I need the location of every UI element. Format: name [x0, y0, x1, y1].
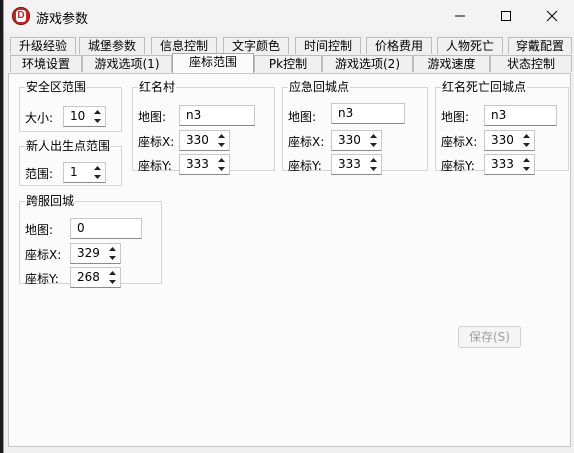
- spin-down-icon[interactable]: [108, 278, 117, 286]
- cross-server-return-legend: 跨服回城: [26, 194, 75, 208]
- spin-up-icon[interactable]: [217, 156, 226, 164]
- spinner-value: 333: [338, 157, 361, 171]
- newbie-zone-range-spinner[interactable]: 1: [63, 162, 106, 183]
- spinner-value: 333: [491, 157, 514, 171]
- red-village-group: 红名村 地图: n3 座标X: 330 座标Y: 333: [132, 80, 275, 175]
- safe-zone-size-label: 大小:: [25, 111, 54, 125]
- tab-text-color[interactable]: 文字颜色: [223, 37, 289, 54]
- red-village-legend: 红名村: [139, 80, 176, 94]
- safe-zone-legend: 安全区范围: [26, 80, 87, 94]
- tab-status-control[interactable]: 状态控制: [490, 55, 572, 72]
- tab-row-2: 环境设置 游戏选项(1) 座标范围 Pk控制 游戏选项(2) 游戏速度 状态控制: [8, 53, 572, 73]
- close-button[interactable]: [529, 0, 574, 32]
- tab-game-speed[interactable]: 游戏速度: [413, 55, 490, 72]
- red-death-return-x-spinner[interactable]: 330: [484, 130, 535, 151]
- red-village-map-label: 地图:: [138, 110, 167, 124]
- emergency-return-map-label: 地图:: [288, 110, 317, 124]
- red-death-return-legend: 红名死亡回城点: [442, 80, 527, 94]
- tab-pk-control[interactable]: Pk控制: [254, 55, 322, 72]
- spinner-value: 268: [77, 270, 100, 284]
- cross-server-return-x-label: 座标X:: [25, 248, 62, 262]
- newbie-zone-legend: 新人出生点范围: [26, 139, 111, 153]
- maximize-button[interactable]: [483, 0, 529, 32]
- coordinate-range-panel: 安全区范围 大小: 10 新人出生点范围 范围: 1 红名村 地图: n3 座标…: [8, 73, 571, 447]
- red-village-y-spinner[interactable]: 333: [179, 154, 230, 175]
- maximize-icon: [501, 11, 511, 21]
- spin-up-icon[interactable]: [217, 132, 226, 140]
- close-icon: [546, 10, 558, 22]
- tab-game-options-1[interactable]: 游戏选项(1): [82, 55, 172, 72]
- spinner-value: 10: [70, 109, 86, 123]
- red-death-return-map-input[interactable]: n3: [484, 105, 557, 126]
- tab-level-exp[interactable]: 升级经验: [10, 37, 76, 54]
- tab-price-fees[interactable]: 价格费用: [366, 37, 432, 54]
- cross-server-return-y-spinner[interactable]: 268: [70, 267, 121, 288]
- tab-equip-config[interactable]: 穿戴配置: [508, 37, 572, 54]
- spinner-value: 329: [77, 246, 100, 260]
- window-title: 游戏参数: [36, 12, 89, 27]
- emergency-return-x-spinner[interactable]: 330: [331, 130, 382, 151]
- spin-down-icon[interactable]: [369, 141, 378, 149]
- spin-up-icon[interactable]: [93, 164, 102, 172]
- red-village-x-spinner[interactable]: 330: [179, 130, 230, 151]
- cross-server-return-y-label: 座标Y:: [25, 272, 59, 286]
- tab-game-options-2[interactable]: 游戏选项(2): [322, 55, 413, 72]
- red-death-return-y-label: 座标Y:: [441, 159, 475, 173]
- cross-server-return-map-input[interactable]: 0: [70, 218, 142, 239]
- tab-info-control[interactable]: 信息控制: [151, 37, 217, 54]
- emergency-return-y-label: 座标Y:: [288, 159, 322, 173]
- spin-up-icon[interactable]: [108, 245, 117, 253]
- spinner-value: 330: [186, 133, 209, 147]
- spin-up-icon[interactable]: [522, 156, 531, 164]
- red-village-map-input[interactable]: n3: [179, 105, 255, 126]
- spinner-value: 330: [491, 133, 514, 147]
- tab-coordinate-range[interactable]: 座标范围: [172, 53, 254, 73]
- tab-castle-params[interactable]: 城堡参数: [79, 37, 145, 54]
- spin-down-icon[interactable]: [522, 141, 531, 149]
- red-village-y-label: 座标Y:: [138, 159, 172, 173]
- spin-down-icon[interactable]: [93, 117, 102, 125]
- minimize-button[interactable]: [437, 0, 483, 32]
- tab-time-control[interactable]: 时间控制: [295, 37, 361, 54]
- newbie-zone-group: 新人出生点范围 范围: 1: [19, 139, 122, 186]
- cross-server-return-group: 跨服回城 地图: 0 座标X: 329 座标Y: 268: [19, 194, 162, 288]
- red-death-return-map-label: 地图:: [441, 110, 470, 124]
- spin-down-icon[interactable]: [217, 165, 226, 173]
- emergency-return-legend: 应急回城点: [289, 80, 350, 94]
- emergency-return-map-input[interactable]: n3: [331, 103, 405, 124]
- spin-up-icon[interactable]: [108, 269, 117, 277]
- tab-player-death[interactable]: 人物死亡: [437, 37, 503, 54]
- emergency-return-x-label: 座标X:: [288, 135, 325, 149]
- red-death-return-y-spinner[interactable]: 333: [484, 154, 535, 175]
- spinner-value: 330: [338, 133, 361, 147]
- emergency-return-group: 应急回城点 地图: n3 座标X: 330 座标Y: 333: [282, 80, 428, 175]
- spin-down-icon[interactable]: [217, 141, 226, 149]
- title-bar: D 游戏参数: [4, 0, 574, 32]
- game-params-window: D 游戏参数 升级经验 城堡参数 信息控制 文字颜色 时间控制 价格费用 人物死…: [3, 0, 574, 453]
- emergency-return-y-spinner[interactable]: 333: [331, 154, 382, 175]
- spin-up-icon[interactable]: [522, 132, 531, 140]
- safe-zone-group: 安全区范围 大小: 10: [19, 80, 122, 132]
- spin-down-icon[interactable]: [369, 165, 378, 173]
- spin-up-icon[interactable]: [369, 156, 378, 164]
- red-village-x-label: 座标X:: [138, 135, 175, 149]
- newbie-zone-range-label: 范围:: [25, 167, 54, 181]
- red-death-return-x-label: 座标X:: [441, 135, 478, 149]
- spin-down-icon[interactable]: [93, 173, 102, 181]
- tab-row-1: 升级经验 城堡参数 信息控制 文字颜色 时间控制 价格费用 人物死亡 穿戴配置: [8, 37, 572, 55]
- app-logo-icon: D: [12, 7, 30, 25]
- spin-down-icon[interactable]: [108, 254, 117, 262]
- cross-server-return-x-spinner[interactable]: 329: [70, 243, 121, 264]
- spinner-value: 333: [186, 157, 209, 171]
- red-death-return-group: 红名死亡回城点 地图: n3 座标X: 330 座标Y: 333: [435, 80, 569, 175]
- tab-environment[interactable]: 环境设置: [10, 55, 82, 72]
- safe-zone-size-spinner[interactable]: 10: [63, 106, 106, 127]
- minimize-icon: [455, 15, 465, 17]
- save-button[interactable]: 保存(S): [458, 326, 521, 348]
- spin-down-icon[interactable]: [522, 165, 531, 173]
- spin-up-icon[interactable]: [93, 108, 102, 116]
- cross-server-return-map-label: 地图:: [25, 223, 54, 237]
- spin-up-icon[interactable]: [369, 132, 378, 140]
- spinner-value: 1: [70, 165, 78, 179]
